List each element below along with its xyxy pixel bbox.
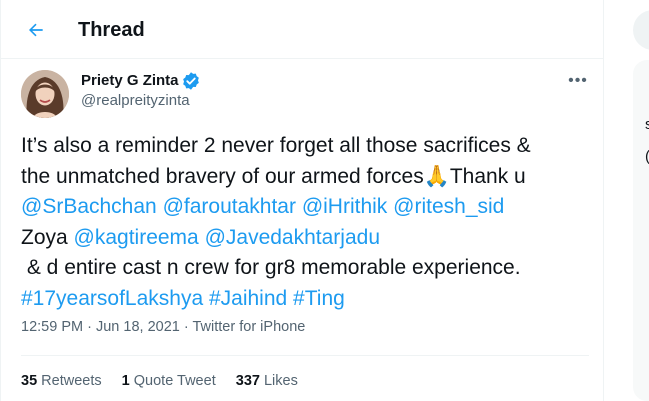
tweet-text-segment: the unmatched bravery of our armed force… <box>21 164 424 188</box>
quote-tweets-count: 1 <box>121 373 130 389</box>
tweet-text: It’s also a reminder 2 never forget all … <box>21 131 591 314</box>
avatar[interactable] <box>21 70 69 118</box>
hashtag-link[interactable]: #Jaihind <box>209 287 287 310</box>
divider <box>21 355 589 356</box>
tweet-text-segment: It’s also a reminder 2 never forget all … <box>21 134 531 157</box>
tweet-date[interactable]: Jun 18, 2021 <box>96 319 180 335</box>
likes-label: Likes <box>263 373 298 389</box>
tweet-text-segment: & d entire cast n crew for gr8 memorable… <box>21 256 521 279</box>
thread-column: Thread Priety G Zinta @realpreityzinta •… <box>0 0 604 401</box>
avatar-photo <box>21 70 69 118</box>
user-handle[interactable]: @realpreityzinta <box>81 92 190 110</box>
mention-link[interactable]: @SrBachchan <box>21 195 157 218</box>
tweet-text-segment: Zoya <box>21 225 74 249</box>
meta-separator: · <box>183 319 189 335</box>
tweet-source[interactable]: Twitter for iPhone <box>193 319 306 335</box>
tweet-text-line: the unmatched bravery of our armed force… <box>21 162 591 193</box>
retweets-label: Retweets <box>41 373 102 389</box>
tweet-text-line: Zoya @kagtireema @Javedakhtarjadu <box>21 223 591 254</box>
mention-link[interactable]: @kagtireema <box>74 226 199 249</box>
hashtag-link[interactable]: #Ting <box>293 287 345 310</box>
mention-link[interactable]: @faroutakhtar <box>163 195 296 218</box>
hashtag-link[interactable]: #17yearsofLakshya <box>21 287 203 310</box>
more-dots-icon: ••• <box>568 72 588 89</box>
tweet-time[interactable]: 12:59 PM <box>21 319 83 335</box>
thread-header: Thread <box>1 0 604 59</box>
tweet-text-line: @SrBachchan @faroutakhtar @iHrithik @rit… <box>21 192 591 223</box>
back-button[interactable] <box>21 15 51 45</box>
quote-tweets-stat[interactable]: 1 Quote Tweet <box>122 372 216 390</box>
page-title: Thread <box>78 19 145 41</box>
tweet-meta: 12:59 PM · Jun 18, 2021 · Twitter for iP… <box>21 318 305 336</box>
arrow-left-icon <box>29 23 43 37</box>
likes-count: 337 <box>235 373 260 389</box>
tweet-stats: 35 Retweets 1 Quote Tweet 337 Likes <box>21 372 314 390</box>
verified-badge-icon <box>183 72 199 90</box>
mention-link[interactable]: @iHrithik <box>302 195 388 218</box>
sidebar-card <box>633 60 649 401</box>
sidebar-text-fragment: ( <box>645 148 649 165</box>
mention-link[interactable]: @ritesh_sid <box>393 195 504 218</box>
sidebar-text-fragment: s <box>645 116 649 133</box>
tweet-text-line: #17yearsofLakshya #Jaihind #Ting <box>21 284 591 315</box>
quote-tweets-label: Quote Tweet <box>133 373 216 389</box>
display-name[interactable]: Priety G Zinta <box>81 72 179 90</box>
search-box[interactable] <box>633 10 649 50</box>
more-options-button[interactable]: ••• <box>567 70 589 92</box>
mention-link[interactable]: @Javedakhtarjadu <box>205 226 380 249</box>
tweet-text-line: & d entire cast n crew for gr8 memorable… <box>21 253 591 284</box>
retweets-stat[interactable]: 35 Retweets <box>21 372 102 390</box>
folded-hands-emoji: 🙏 <box>423 164 450 188</box>
meta-separator: · <box>87 319 92 335</box>
retweets-count: 35 <box>21 373 38 389</box>
tweet-text-segment: Thank u <box>449 164 526 188</box>
likes-stat[interactable]: 337 Likes <box>236 372 298 390</box>
right-sidebar: s ( <box>617 0 649 401</box>
tweet-text-line: It’s also a reminder 2 never forget all … <box>21 131 591 162</box>
